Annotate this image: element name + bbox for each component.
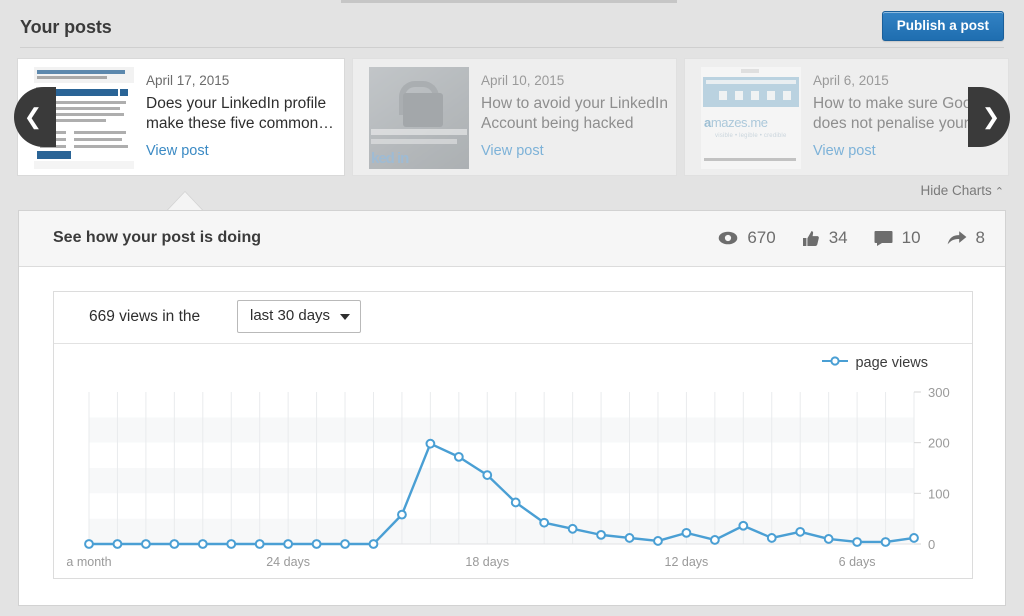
- page-header: Your posts Publish a post: [0, 3, 1024, 50]
- panel-pointer: [168, 192, 202, 210]
- posts-carousel: April 17, 2015 Does your LinkedIn profil…: [0, 58, 1024, 178]
- stat-shares: 8: [947, 228, 985, 248]
- views-summary-label: 669 views in the: [89, 308, 200, 326]
- svg-text:300: 300: [928, 385, 950, 400]
- date-range-value: last 30 days: [250, 307, 330, 324]
- chevron-up-icon: ⌃: [995, 186, 1004, 198]
- post-title: Does your LinkedIn profile make these fi…: [146, 94, 338, 134]
- amazes-tagline: visible • legible • credible: [715, 133, 787, 139]
- analytics-panel: See how your post is doing 670 34: [18, 210, 1006, 606]
- linkedin-logo-icon: ked in: [371, 150, 408, 167]
- views-chart-card: 669 views in the last 30 days page views…: [53, 291, 973, 579]
- post-date: April 6, 2015: [813, 73, 889, 88]
- svg-text:18 days: 18 days: [465, 555, 509, 569]
- publish-a-post-button[interactable]: Publish a post: [882, 11, 1004, 41]
- chevron-right-icon: ❯: [982, 106, 1000, 128]
- stat-likes: 34: [802, 228, 848, 248]
- panel-header: See how your post is doing 670 34: [19, 211, 1005, 267]
- stat-shares-value: 8: [976, 228, 985, 248]
- view-post-link[interactable]: View post: [146, 143, 209, 159]
- page-title: Your posts: [20, 17, 112, 38]
- stat-comments: 10: [874, 228, 921, 248]
- panel-title: See how your post is doing: [53, 229, 261, 247]
- svg-text:24 days: 24 days: [266, 555, 310, 569]
- thumbs-up-icon: [802, 230, 820, 247]
- view-post-link[interactable]: View post: [481, 143, 544, 159]
- date-range-select[interactable]: last 30 days: [237, 300, 361, 333]
- chevron-down-icon: [340, 314, 350, 320]
- stat-views: 670: [718, 228, 775, 248]
- header-divider: [20, 47, 1004, 48]
- hide-charts-toggle[interactable]: Hide Charts⌃: [921, 183, 1005, 198]
- chart-card-header: 669 views in the last 30 days: [54, 292, 972, 344]
- share-icon: [947, 230, 967, 246]
- amazes-logo-mark: a: [704, 115, 711, 130]
- svg-text:12 days: 12 days: [665, 555, 709, 569]
- engagement-stats: 670 34 10 8: [692, 228, 985, 248]
- post-date: April 17, 2015: [146, 73, 229, 88]
- linkedin-post-analytics-page: Your posts Publish a post: [0, 0, 1024, 616]
- stat-views-value: 670: [747, 228, 775, 248]
- hide-charts-label: Hide Charts: [921, 183, 992, 198]
- post-card[interactable]: ked in April 10, 2015 How to avoid your …: [352, 58, 677, 176]
- svg-text:100: 100: [928, 486, 950, 501]
- stat-comments-value: 10: [902, 228, 921, 248]
- view-post-link[interactable]: View post: [813, 143, 876, 159]
- post-date: April 10, 2015: [481, 73, 564, 88]
- stat-likes-value: 34: [829, 228, 848, 248]
- chart-svg: 0 100 200 300 a month 24 days 18 days 12 days 6 …: [54, 344, 974, 579]
- post-thumbnail: ked in: [369, 67, 469, 169]
- svg-text:200: 200: [928, 436, 950, 451]
- post-title: How to avoid your LinkedIn Account being…: [481, 94, 670, 134]
- post-card[interactable]: amazes.me visible • legible • credible A…: [684, 58, 1009, 176]
- svg-text:6 days: 6 days: [839, 555, 876, 569]
- post-thumbnail: amazes.me visible • legible • credible: [701, 67, 801, 169]
- svg-text:0: 0: [928, 537, 935, 552]
- comment-icon: [874, 230, 893, 246]
- post-card[interactable]: April 17, 2015 Does your LinkedIn profil…: [17, 58, 345, 176]
- svg-text:a month: a month: [66, 555, 111, 569]
- eye-icon: [718, 231, 738, 245]
- page-views-line-chart: 0 100 200 300 a month 24 days 18 days 12 days 6 …: [54, 344, 974, 579]
- chevron-left-icon: ❮: [24, 106, 42, 128]
